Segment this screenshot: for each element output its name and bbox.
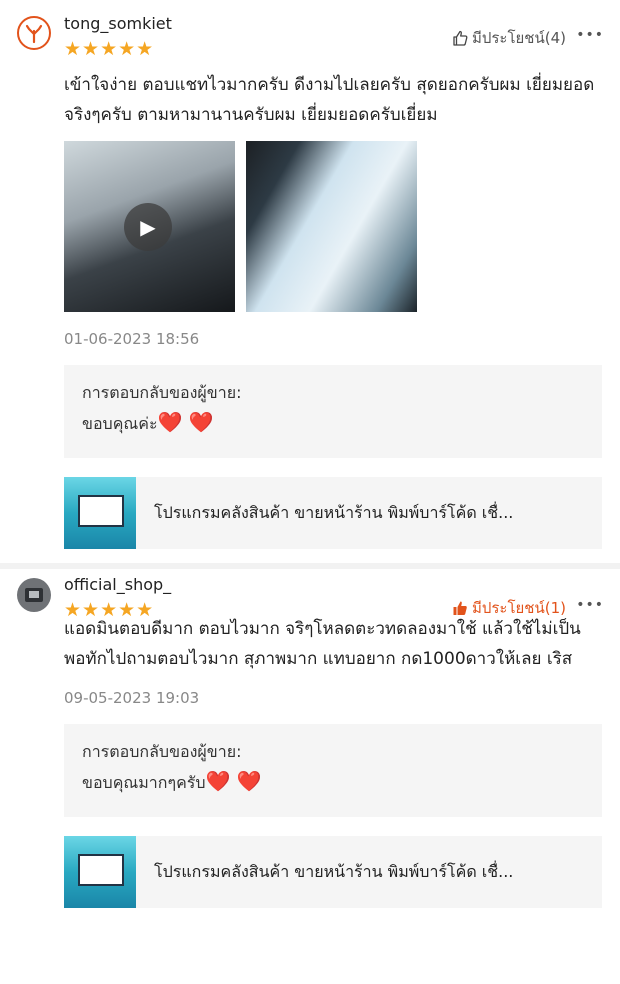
helpful-count: มีประโยชน์(4) xyxy=(471,29,566,47)
product-thumbnail xyxy=(64,836,136,908)
review-photo-thumbnail[interactable] xyxy=(246,141,417,312)
star-rating: ★★★★★ xyxy=(64,38,155,60)
seller-reply: การตอบกลับของผู้ขาย: ขอบคุณค่ะ❤️ ❤️ xyxy=(64,365,602,458)
product-thumbnail xyxy=(64,477,136,549)
thumbs-up-outline-icon xyxy=(453,30,468,46)
more-options-icon[interactable]: ••• xyxy=(576,597,604,613)
product-name: โปรแกรมคลังสินค้า ขายหน้าร้าน พิมพ์บาร์โ… xyxy=(154,862,514,881)
seller-reply-text: ขอบคุณค่ะ xyxy=(82,414,158,433)
helpful-button[interactable]: มีประโยชน์(4) xyxy=(452,26,566,50)
seller-reply-title: การตอบกลับของผู้ขาย: xyxy=(82,383,242,402)
seller-reply-title: การตอบกลับของผู้ขาย: xyxy=(82,742,242,761)
heart-emoji: ❤️ ❤️ xyxy=(157,410,214,434)
tree-logo-icon xyxy=(21,20,47,46)
heart-emoji: ❤️ ❤️ xyxy=(205,769,262,793)
seller-reply: การตอบกลับของผู้ขาย: ขอบคุณมากๆครับ❤️ ❤️ xyxy=(64,724,602,817)
review-date: 09-05-2023 19:03 xyxy=(64,689,200,707)
review-video-thumbnail[interactable]: ▶ xyxy=(64,141,235,312)
username[interactable]: tong_somkiet xyxy=(64,14,172,33)
user-avatar[interactable] xyxy=(17,578,51,612)
review-text: เข้าใจง่าย ตอบแชทไวมากครับ ดีงามไปเลยครั… xyxy=(64,75,595,125)
play-icon[interactable]: ▶ xyxy=(124,203,172,251)
shop-photo-icon xyxy=(25,588,43,602)
user-avatar[interactable] xyxy=(17,16,51,50)
review-card: official_shop_ ★★★★★ มีประโยชน์(1) ••• แ… xyxy=(0,569,620,984)
product-link[interactable]: โปรแกรมคลังสินค้า ขายหน้าร้าน พิมพ์บาร์โ… xyxy=(64,836,602,908)
username[interactable]: official_shop_ xyxy=(64,575,171,594)
review-card: tong_somkiet ★★★★★ มีประโยชน์(4) ••• เข้… xyxy=(0,0,620,563)
more-options-icon[interactable]: ••• xyxy=(576,27,604,43)
review-text: แอดมินตอบดีมาก ตอบไวมาก จริๆโหลดตะวทดลอง… xyxy=(64,619,581,669)
product-name: โปรแกรมคลังสินค้า ขายหน้าร้าน พิมพ์บาร์โ… xyxy=(154,503,514,522)
seller-reply-text: ขอบคุณมากๆครับ xyxy=(82,773,206,792)
product-link[interactable]: โปรแกรมคลังสินค้า ขายหน้าร้าน พิมพ์บาร์โ… xyxy=(64,477,602,549)
review-date: 01-06-2023 18:56 xyxy=(64,330,200,348)
